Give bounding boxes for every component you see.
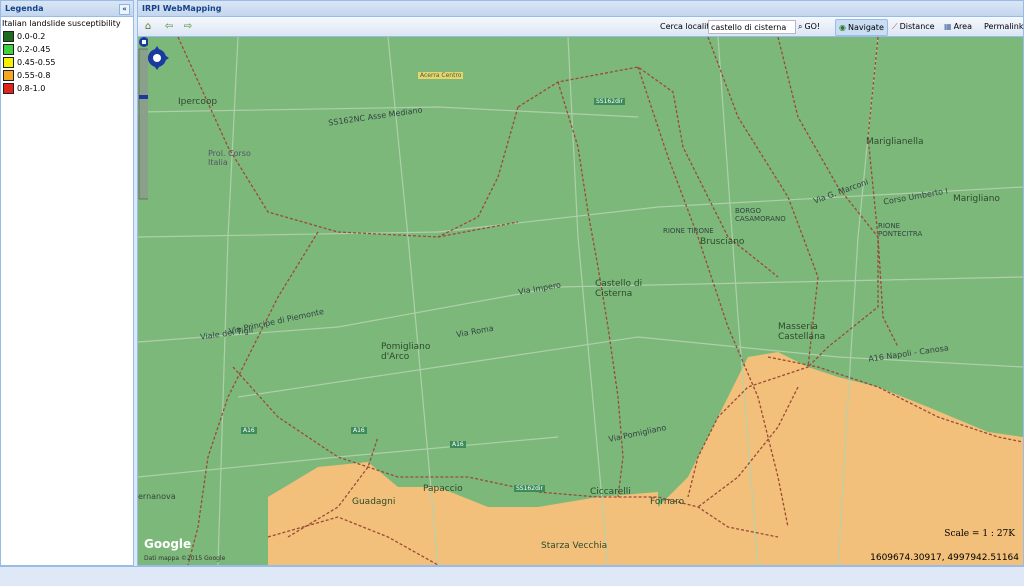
ruler-icon: ⟋ [892, 22, 898, 31]
collapse-button[interactable]: « [119, 4, 130, 15]
search-input[interactable] [708, 20, 796, 34]
distance-label: Distance [899, 22, 935, 31]
map-label-marigliano: Marigliano [953, 194, 1000, 204]
map-label-borgo-casamorano: BORGO CASAMORANO [735, 207, 786, 223]
legend-header-title: Legenda [5, 4, 44, 13]
map-scale: Scale = 1 : 27K [944, 529, 1015, 539]
map-panel-header: IRPI WebMapping [138, 1, 1023, 17]
map-canvas[interactable]: Ipercoop Prol. Corso Italia SS162NC Asse… [138, 37, 1023, 565]
legend-title: Italian landslide susceptibility [2, 19, 121, 28]
map-coordinates: 1609674.30917, 4997942.51164 [870, 553, 1019, 563]
go-button-label: GO! [804, 22, 821, 31]
map-label-mariglianella: Mariglianella [866, 137, 924, 147]
map-label-masseria-castellana: Masseria Castellana [778, 322, 826, 342]
area-label: Area [953, 22, 972, 31]
map-label-rione-tirone: RIONE TIRONE [663, 227, 714, 235]
legend-swatch [3, 83, 14, 94]
legend-swatch [3, 57, 14, 68]
home-icon[interactable]: ⌂ [141, 20, 155, 33]
badge-a16-1: A16 [241, 427, 257, 434]
map-graphics [138, 37, 1023, 565]
map-label-fornaro: Fornaro [650, 497, 685, 507]
go-button[interactable]: ⌕ GO! [795, 19, 823, 34]
map-label-papaccio: Papaccio [423, 484, 463, 494]
map-label-starza-vecchia: Starza Vecchia [541, 541, 608, 551]
status-bar [0, 566, 1024, 586]
zoom-slider[interactable] [138, 37, 148, 201]
badge-ss162dir-top: SS162dir [594, 98, 626, 105]
map-label-ipercoop: Ipercoop [178, 97, 218, 107]
badge-a16-2: A16 [351, 427, 367, 434]
legend-panel: Legenda « Italian landslide susceptibili… [0, 0, 134, 566]
legend-swatch [3, 70, 14, 81]
forward-arrow-icon[interactable]: ⇨ [181, 20, 195, 33]
globe-icon: ◉ [839, 23, 846, 32]
badge-a16-3: A16 [450, 441, 466, 448]
back-arrow-icon[interactable]: ⇦ [162, 20, 176, 33]
map-label-ciccarelli: Ciccarelli [590, 487, 631, 497]
distance-button[interactable]: ⟋ Distance [889, 19, 938, 34]
legend-item: 0.55-0.8 [1, 69, 133, 82]
permalink-button[interactable]: Permalink [981, 19, 1024, 34]
badge-ss162dir-bottom: SS162dir [514, 485, 546, 492]
map-label-prol-corso: Prol. Corso Italia [208, 149, 251, 167]
map-toolbar: ⌂ ⇦ ⇨ Cerca località: ⌕GO! ◉Navigate ⟋Di… [138, 17, 1023, 37]
legend-swatch [3, 44, 14, 55]
legend-item-label: 0.45-0.55 [17, 58, 56, 67]
area-button[interactable]: ▦ Area [941, 19, 975, 34]
google-logo: Google [144, 537, 192, 551]
legend-item: 0.0-0.2 [1, 30, 133, 43]
legend-item-label: 0.8-1.0 [17, 84, 46, 93]
map-copyright: Dati mappa ©2015 Google [144, 555, 226, 562]
legend-item-label: 0.55-0.8 [17, 71, 51, 80]
poi-acerra-centro: Acerra Centro [418, 72, 464, 79]
map-label-pomigliano: Pomigliano d'Arco [381, 342, 431, 362]
legend-swatch [3, 31, 14, 42]
legend-item-label: 0.2-0.45 [17, 45, 51, 54]
legend-item: 0.45-0.55 [1, 56, 133, 69]
legend-item: 0.8-1.0 [1, 82, 133, 95]
legend-header: Legenda « [1, 1, 133, 17]
map-label-guadagni: Guadagni [352, 497, 396, 507]
binoculars-icon: ⌕ [798, 22, 803, 31]
map-label-ernanova: ernanova [138, 492, 176, 501]
map-label-brusciano: Brusciano [700, 237, 745, 247]
map-label-castello-di-cisterna: Castello di Cisterna [595, 279, 643, 299]
map-label-rione-pontecitra: RIONE PONTECITRA [878, 222, 923, 238]
map-panel: IRPI WebMapping ⌂ ⇦ ⇨ Cerca località: ⌕G… [137, 0, 1024, 566]
area-icon: ▦ [944, 22, 952, 31]
legend-item: 0.2-0.45 [1, 43, 133, 56]
navigate-label: Navigate [847, 23, 884, 32]
navigate-button[interactable]: ◉ Navigate [835, 19, 888, 36]
legend-item-label: 0.0-0.2 [17, 32, 46, 41]
